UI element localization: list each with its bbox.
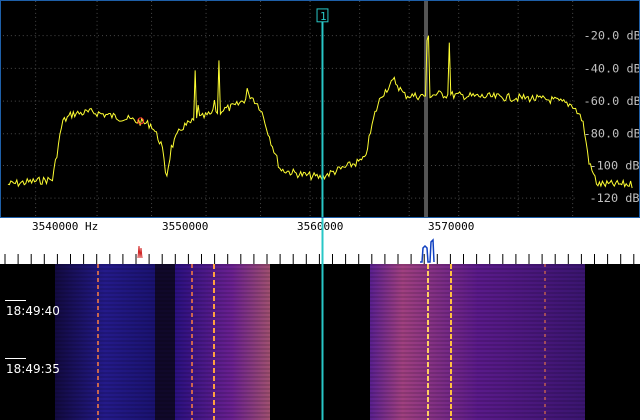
filter-band-highlight	[424, 1, 428, 217]
freq-label: 3570000	[428, 220, 474, 233]
db-label: -40.0 dB	[584, 61, 640, 75]
spectrum-analyzer-window: -20.0 dB -40.0 dB -60.0 dB -80.0 dB -100…	[0, 0, 640, 420]
svg-text:1: 1	[320, 10, 327, 23]
marker-1-icon[interactable]: 1	[316, 8, 329, 23]
db-axis: -20.0 dB -40.0 dB -60.0 dB -80.0 dB -100…	[584, 29, 640, 205]
db-label: -60.0 dB	[584, 94, 640, 108]
db-label: -120 dB	[590, 191, 640, 205]
timestamp: 18:49:35	[6, 362, 60, 376]
time-rule	[5, 358, 26, 359]
time-rule	[5, 300, 26, 301]
spectrum-display[interactable]: -20.0 dB -40.0 dB -60.0 dB -80.0 dB -100…	[0, 0, 640, 218]
db-label: -100 dB	[590, 158, 640, 172]
timestamp: 18:49:40	[6, 304, 60, 318]
waterfall-display[interactable]: 18:49:40 18:49:35	[0, 264, 640, 420]
db-label: -20.0 dB	[584, 29, 640, 43]
red-filter-icon	[137, 245, 143, 259]
freq-label: 3540000 Hz	[32, 220, 98, 233]
frequency-ticks	[4, 254, 635, 264]
blue-filter-icon	[420, 238, 435, 263]
waterfall-image	[55, 264, 585, 420]
freq-label: 3550000	[162, 220, 208, 233]
db-label: -80.0 dB	[584, 127, 640, 141]
freq-label: 3560000	[297, 220, 343, 233]
frequency-scale[interactable]: 3540000 Hz 3550000 3560000 3570000	[0, 218, 640, 264]
